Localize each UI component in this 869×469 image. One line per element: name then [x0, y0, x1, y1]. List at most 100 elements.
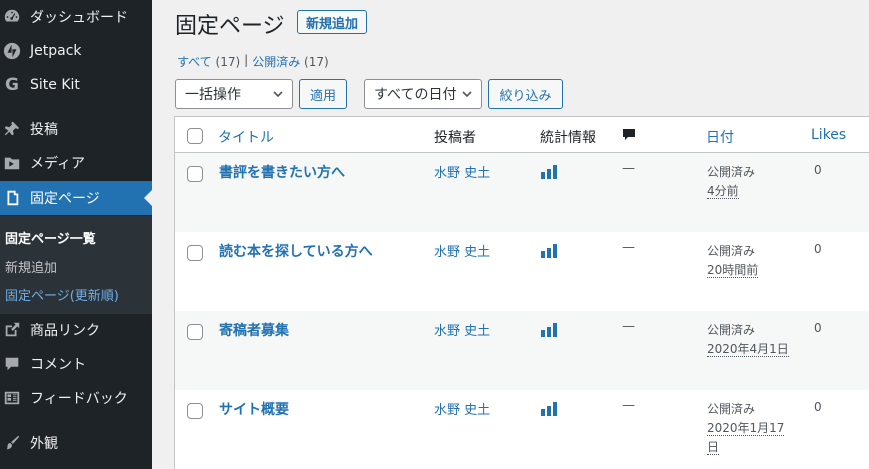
page-title: 固定ページ [175, 14, 285, 39]
row-checkbox[interactable] [187, 245, 203, 261]
submenu-pages-updated[interactable]: 固定ページ(更新順) [5, 285, 119, 304]
page-icon [2, 188, 22, 208]
column-author: 投稿者 [434, 130, 476, 146]
table-row: サイト概要 水野 史土 — 公開済み 2020年1月17日 0 [175, 390, 869, 469]
page-title-link[interactable]: 書評を書きたい方へ [219, 162, 345, 182]
bulk-action-select[interactable]: 一括操作 [175, 79, 293, 109]
pages-table: タイトル 投稿者 統計情報 日付 Likes 書評を書きたい方へ 水野 史土 —… [174, 116, 869, 469]
pages-submenu: 固定ページ一覧 新規追加 固定ページ(更新順) [0, 216, 152, 314]
select-all-checkbox[interactable] [187, 128, 203, 144]
author-link[interactable]: 水野 史土 [434, 241, 490, 260]
menu-item-posts[interactable]: 投稿 [0, 112, 152, 146]
google-g-icon: G [5, 75, 19, 95]
filter-published-count: (17) [304, 55, 329, 69]
table-row: 読む本を探している方へ 水野 史土 — 公開済み 20時間前 0 [175, 232, 869, 311]
comment-count: — [622, 161, 635, 176]
stats-bar-icon[interactable] [541, 165, 559, 179]
menu-item-site-kit[interactable]: G Site Kit [0, 68, 152, 102]
paintbrush-icon [2, 433, 22, 453]
post-date: 2020年1月17日 [707, 419, 793, 457]
menu-label: 投稿 [30, 122, 58, 138]
column-date[interactable]: 日付 [706, 127, 734, 147]
comment-count: — [622, 319, 635, 334]
row-checkbox[interactable] [187, 166, 203, 182]
column-comments[interactable] [621, 127, 637, 147]
menu-label: フィードバック [30, 391, 128, 407]
page-title-link[interactable]: 読む本を探している方へ [219, 241, 373, 261]
dashboard-icon [2, 7, 22, 27]
menu-item-comments[interactable]: コメント [0, 347, 152, 381]
feedback-icon [2, 388, 22, 408]
menu-label: ダッシュボード [30, 10, 128, 26]
apply-button[interactable]: 適用 [299, 79, 347, 109]
menu-label: Jetpack [30, 43, 82, 59]
comment-icon [2, 354, 22, 374]
filter-separator: | [244, 53, 249, 67]
post-status: 公開済み [707, 402, 756, 416]
date-filter-select[interactable]: すべての日付 [364, 79, 482, 109]
post-date: 20時間前 [707, 261, 797, 280]
main-content: 固定ページ 新規追加 すべて (17) | 公開済み (17) 一括操作 適用 … [152, 0, 869, 469]
row-checkbox[interactable] [187, 324, 203, 340]
submenu-add-new[interactable]: 新規追加 [5, 257, 57, 276]
filter-all-count: (17) [215, 55, 241, 69]
post-date-value: 2020年4月1日 [707, 342, 789, 357]
menu-item-media[interactable]: メディア [0, 146, 152, 180]
stats-bar-icon[interactable] [541, 244, 559, 258]
post-date: 2020年4月1日 [707, 340, 797, 359]
menu-item-appearance[interactable]: 外観 [0, 426, 152, 460]
add-new-button[interactable]: 新規追加 [297, 10, 368, 34]
pushpin-icon [2, 119, 22, 139]
menu-label: 固定ページ [30, 191, 100, 207]
post-date-value: 4分前 [707, 184, 739, 199]
filter-published-label: 公開済み [252, 55, 301, 69]
stats-bar-icon[interactable] [541, 402, 559, 416]
post-status: 公開済み [707, 165, 756, 179]
post-status: 公開済み [707, 323, 756, 337]
comment-count: — [622, 240, 635, 255]
post-date-value: 2020年1月17日 [707, 421, 785, 455]
menu-label: コメント [30, 357, 86, 373]
menu-item-pages[interactable]: 固定ページ [0, 181, 152, 215]
filter-all-link[interactable]: すべて (17) [177, 53, 240, 70]
status-filter-links: すべて (17) | 公開済み (17) [177, 53, 329, 70]
author-link[interactable]: 水野 史土 [434, 162, 490, 181]
menu-item-dashboard[interactable]: ダッシュボード [0, 0, 152, 34]
likes-count: 0 [814, 321, 822, 335]
chevron-down-icon [462, 91, 472, 98]
comment-bubble-icon [623, 129, 635, 140]
menu-item-product-links[interactable]: 商品リンク [0, 313, 152, 347]
menu-label: 商品リンク [30, 323, 100, 339]
column-title[interactable]: タイトル [218, 127, 274, 147]
menu-label: Site Kit [30, 77, 80, 93]
column-stats: 統計情報 [540, 130, 596, 146]
author-link[interactable]: 水野 史土 [434, 320, 490, 339]
likes-count: 0 [814, 242, 822, 256]
menu-item-feedback[interactable]: フィードバック [0, 381, 152, 415]
table-row: 寄稿者募集 水野 史土 — 公開済み 2020年4月1日 0 [175, 311, 869, 390]
post-date-value: 20時間前 [707, 263, 759, 278]
page-title-link[interactable]: サイト概要 [219, 399, 289, 419]
filter-button[interactable]: 絞り込み [488, 79, 563, 109]
post-date: 4分前 [707, 182, 797, 201]
filter-all-label: すべて [177, 55, 212, 69]
table-header: タイトル 投稿者 統計情報 日付 Likes [175, 117, 869, 153]
menu-label: 外観 [30, 436, 58, 452]
filter-published-link[interactable]: 公開済み (17) [252, 53, 328, 70]
comment-count: — [622, 398, 635, 413]
column-likes[interactable]: Likes [811, 127, 846, 143]
external-link-icon [2, 320, 22, 340]
likes-count: 0 [814, 400, 822, 414]
chevron-down-icon [273, 91, 283, 98]
media-icon [2, 153, 22, 173]
date-filter-value: すべての日付 [374, 87, 457, 103]
likes-count: 0 [814, 163, 822, 177]
row-checkbox[interactable] [187, 403, 203, 419]
stats-bar-icon[interactable] [541, 323, 559, 337]
table-row: 書評を書きたい方へ 水野 史土 — 公開済み 4分前 0 [175, 153, 869, 232]
page-title-link[interactable]: 寄稿者募集 [219, 320, 289, 340]
author-link[interactable]: 水野 史土 [434, 399, 490, 418]
submenu-all-pages[interactable]: 固定ページ一覧 [5, 228, 96, 247]
menu-item-jetpack[interactable]: Jetpack [0, 34, 152, 68]
jetpack-icon [2, 41, 22, 61]
